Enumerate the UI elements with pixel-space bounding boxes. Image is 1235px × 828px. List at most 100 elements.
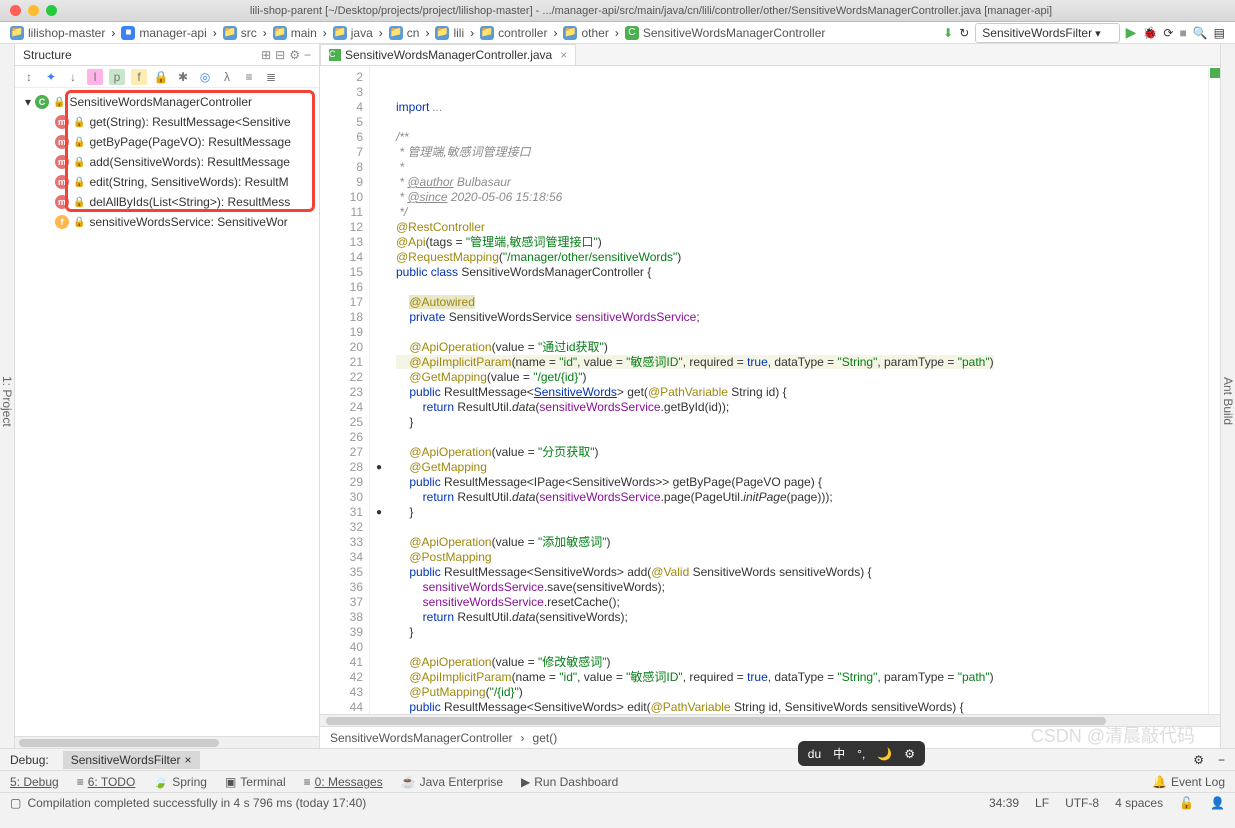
collapse-icon[interactable]: ⊟ [275, 48, 285, 62]
sort-vis-icon[interactable]: ↓ [65, 69, 81, 85]
breadcrumb-class[interactable]: CSensitiveWordsManagerController [619, 26, 832, 40]
status-icon[interactable]: ▢ [10, 796, 21, 810]
filter-icon[interactable]: ✱ [175, 69, 191, 85]
inspection-icon[interactable]: 👤 [1210, 796, 1225, 810]
sort-alpha-icon[interactable]: ✦ [43, 69, 59, 85]
collapse-all-icon[interactable]: ≣ [263, 69, 279, 85]
debug-settings-icon[interactable]: ⚙ [1193, 753, 1204, 767]
editor: CSensitiveWordsManagerController.java× 2… [320, 44, 1220, 748]
gear-icon[interactable]: ⚙ [904, 747, 915, 761]
breadcrumb[interactable]: 📁controller [474, 26, 553, 40]
expand-icon[interactable]: ⊞ [261, 48, 271, 62]
ant-tab[interactable]: Ant Build [1221, 377, 1235, 425]
event-log-tool[interactable]: 🔔 Event Log [1152, 775, 1225, 789]
breadcrumb-root[interactable]: 📁lilishop-master [4, 26, 111, 40]
class-icon: C [625, 26, 639, 40]
show-properties-icon[interactable]: p [109, 69, 125, 85]
sort-icon[interactable]: ↕ [21, 69, 37, 85]
titlebar: lili-shop-parent [~/Desktop/projects/pro… [0, 0, 1235, 22]
editor-scrollbar[interactable] [320, 714, 1220, 726]
stop-icon[interactable]: ■ [1179, 26, 1186, 40]
sync-icon[interactable]: ↻ [959, 26, 969, 40]
window-title: lili-shop-parent [~/Desktop/projects/pro… [67, 5, 1235, 17]
caret-position[interactable]: 34:39 [989, 796, 1019, 810]
debug-session-tab[interactable]: SensitiveWordsFilter× [63, 751, 200, 769]
hide-icon[interactable]: − [304, 48, 311, 62]
tree-method[interactable]: m🔒edit(String, SensitiveWords): ResultM [15, 172, 319, 192]
run-config-dropdown[interactable]: SensitiveWordsFilter ▾ [975, 23, 1119, 43]
settings-icon[interactable]: ⚙ [289, 48, 300, 62]
close-tab-icon[interactable]: × [560, 48, 567, 62]
spring-tool[interactable]: 🍃 Spring [153, 775, 207, 789]
line-separator[interactable]: LF [1035, 796, 1049, 810]
maximize-window-icon[interactable] [46, 5, 57, 16]
debug-panel-header: Debug: SensitiveWordsFilter× ⚙ − [0, 748, 1235, 770]
java-ee-tool[interactable]: ☕ Java Enterprise [401, 775, 503, 789]
close-icon[interactable]: × [185, 753, 192, 767]
tree-method[interactable]: m🔒get(String): ResultMessage<Sensitive [15, 112, 319, 132]
structure-toolbar: ↕ ✦ ↓ I p f 🔒 ✱ ◎ λ ≡ ≣ [15, 66, 319, 88]
tree-method[interactable]: m🔒add(SensitiveWords): ResultMessage [15, 152, 319, 172]
run-icon[interactable]: ▶ [1126, 24, 1137, 41]
right-stripe: Ant Build Maven Database Bean Validation [1220, 44, 1235, 748]
hide-debug-icon[interactable]: − [1218, 753, 1225, 767]
tree-class[interactable]: ▾C🔒SensitiveWordsManagerController [15, 92, 319, 112]
breadcrumb[interactable]: 📁cn [383, 26, 426, 40]
encoding[interactable]: UTF-8 [1065, 796, 1099, 810]
tree-method[interactable]: m🔒delAllByIds(List<String>): ResultMess [15, 192, 319, 212]
status-message: Compilation completed successfully in 4 … [27, 796, 366, 810]
error-stripe[interactable] [1208, 66, 1220, 714]
tool-icon[interactable]: 中 [833, 745, 845, 762]
lock-icon[interactable]: 🔒 [153, 69, 169, 85]
editor-crumbs: SensitiveWordsManagerController›get() [320, 726, 1220, 748]
code-content[interactable]: import ... /** * 管理端,敏感词管理接口 * * @author… [388, 66, 1208, 714]
folder-icon: 📁 [10, 26, 24, 40]
structure-scrollbar[interactable] [15, 736, 319, 748]
project-tab[interactable]: 1: Project [0, 376, 14, 427]
module-icon: ■ [121, 26, 135, 40]
debug-label: Debug: [10, 753, 49, 767]
gutter-marks: ●● [370, 66, 388, 714]
expand-all-icon[interactable]: ≡ [241, 69, 257, 85]
line-gutter[interactable]: 2345678910111213141516171819202122232425… [320, 66, 370, 714]
moon-icon[interactable]: 🌙 [877, 747, 892, 761]
minimize-window-icon[interactable] [28, 5, 39, 16]
tool-icon[interactable]: du [808, 747, 821, 761]
close-window-icon[interactable] [10, 5, 21, 16]
tree-method[interactable]: m🔒getByPage(PageVO): ResultMessage [15, 132, 319, 152]
terminal-tool[interactable]: ▣ Terminal [225, 775, 286, 789]
messages-tool[interactable]: ≡ 0: Messages [304, 775, 383, 789]
crumb-class[interactable]: SensitiveWordsManagerController [330, 731, 513, 745]
show-fields-icon[interactable]: f [131, 69, 147, 85]
breadcrumb[interactable]: 📁main [267, 26, 323, 40]
search-icon[interactable]: 🔍 [1193, 26, 1208, 40]
breadcrumb[interactable]: 📁other [557, 26, 614, 40]
left-stripe: 1: Project 7: Structure 2: Favorites Web [0, 44, 15, 748]
status-bar: ▢ Compilation completed successfully in … [0, 792, 1235, 812]
tool-icon[interactable]: °, [857, 747, 865, 761]
run-dashboard-tool[interactable]: ▶ Run Dashboard [521, 775, 618, 789]
crumb-method[interactable]: get() [533, 731, 558, 745]
lambda-icon[interactable]: λ [219, 69, 235, 85]
coverage-icon[interactable]: ⟳ [1163, 26, 1173, 40]
breadcrumb-module[interactable]: ■manager-api [115, 26, 212, 40]
debug-tool[interactable]: 5: Debug [10, 775, 59, 789]
show-interfaces-icon[interactable]: I [87, 69, 103, 85]
build-icon[interactable]: ⬇ [943, 26, 953, 40]
structure-panel: Structure ⊞ ⊟ ⚙ − ↕ ✦ ↓ I p f 🔒 ✱ ◎ λ ≡ … [15, 44, 320, 748]
debug-icon[interactable]: 🐞 [1142, 26, 1157, 40]
indent[interactable]: 4 spaces [1115, 796, 1163, 810]
structure-title: Structure [23, 48, 257, 62]
editor-tab[interactable]: CSensitiveWordsManagerController.java× [320, 44, 576, 65]
breadcrumb[interactable]: 📁java [327, 26, 379, 40]
breadcrumb[interactable]: 📁src [217, 26, 263, 40]
floating-toolbar[interactable]: du 中 °, 🌙 ⚙ [798, 741, 925, 766]
tree-field[interactable]: f🔒sensitiveWordsService: SensitiveWor [15, 212, 319, 232]
lock-indicator-icon[interactable]: 🔓 [1179, 796, 1194, 810]
target-icon[interactable]: ◎ [197, 69, 213, 85]
structure-icon[interactable]: ▤ [1214, 26, 1225, 40]
navigation-bar: 📁lilishop-master › ■manager-api ›📁src ›📁… [0, 22, 1235, 44]
todo-tool[interactable]: ≡ 6: TODO [77, 775, 136, 789]
breadcrumb[interactable]: 📁lili [429, 26, 470, 40]
status-ok-icon [1210, 68, 1220, 78]
